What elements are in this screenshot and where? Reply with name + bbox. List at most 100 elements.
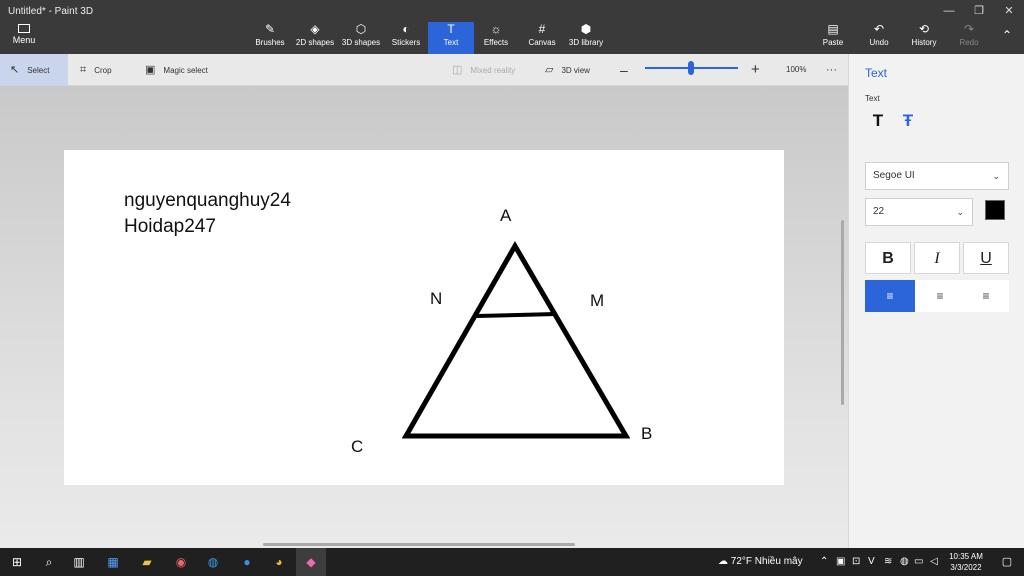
align-center-button[interactable]: ≡ xyxy=(915,280,965,312)
crop-label: Crop xyxy=(94,66,112,75)
bold-button[interactable]: B xyxy=(865,242,911,274)
store-icon[interactable]: ▦ xyxy=(98,548,128,576)
weather-widget[interactable]: ☁ 72°F Nhiều mây xyxy=(718,548,803,576)
folder-icon xyxy=(18,24,30,33)
chevron-down-icon: ⌄ xyxy=(992,171,1000,181)
view3d-button[interactable]: ▱ 3D view xyxy=(545,54,590,86)
segment-nm xyxy=(476,312,557,318)
redo-button[interactable]: ↷ Redo xyxy=(956,22,982,54)
crop-icon: ⌗ xyxy=(80,64,87,76)
shapes3d-label: 3D shapes xyxy=(341,38,381,47)
vertex-label-b: B xyxy=(641,424,653,443)
brush-icon: ✎ xyxy=(264,22,276,36)
history-label: History xyxy=(911,38,937,47)
shapes2d-tool[interactable]: ◈ 2D shapes xyxy=(294,22,336,54)
tray-icon-1[interactable]: ▣ xyxy=(836,548,845,576)
brushes-tool[interactable]: ✎ Brushes xyxy=(252,22,288,54)
shapes3d-tool[interactable]: ⬡ 3D shapes xyxy=(340,22,382,54)
library3d-tool[interactable]: ⬢ 3D library xyxy=(566,22,606,54)
select-button[interactable]: ↖ Select xyxy=(0,54,68,86)
clipboard-icon: ▤ xyxy=(827,22,839,36)
undo-icon: ↶ xyxy=(873,22,885,36)
panel-title: Text xyxy=(865,66,888,80)
panel-section-label: Text xyxy=(865,94,880,103)
cursor-icon: ↖ xyxy=(10,64,20,76)
volume-icon[interactable]: ◁ xyxy=(930,548,938,576)
file-explorer-icon[interactable]: ▰ xyxy=(132,548,162,576)
align-right-button[interactable]: ≡ xyxy=(963,280,1009,312)
minimize-button[interactable]: — xyxy=(934,0,964,22)
task-view-icon[interactable]: ▥ xyxy=(64,548,94,576)
tray-icon-3[interactable]: V xyxy=(868,548,875,576)
chevron-up-icon: ⌃ xyxy=(1001,28,1013,42)
font-family-dropdown[interactable]: Segoe UI ⌄ xyxy=(865,162,1009,190)
align-left-button[interactable]: ≡ xyxy=(865,280,915,312)
canvas-icon: # xyxy=(538,22,546,36)
more-options-button[interactable]: ··· xyxy=(826,54,837,86)
weather-text: 72°F Nhiều mây xyxy=(730,556,803,567)
history-icon: ⟲ xyxy=(918,22,930,36)
menu-label: Menu xyxy=(12,35,36,45)
effects-label: Effects xyxy=(483,38,509,47)
mixed-reality-icon: ◫ xyxy=(452,64,463,76)
select-label: Select xyxy=(27,66,50,75)
text-tool-label: Text xyxy=(443,38,459,47)
canvas-label: Canvas xyxy=(528,38,556,47)
text-properties-panel: Text Text T Ŧ Segoe UI ⌄ 22 ⌄ B I U ≡ ≡ … xyxy=(848,54,1024,548)
zoom-slider-thumb[interactable] xyxy=(688,61,694,75)
clock-time: 10:35 AM xyxy=(949,552,983,561)
text-color-swatch[interactable] xyxy=(985,200,1005,220)
notifications-icon[interactable]: ▢ xyxy=(992,548,1022,576)
search-icon[interactable]: ⌕ xyxy=(34,548,64,576)
magic-select-button[interactable]: ▣ Magic select xyxy=(145,54,208,86)
font-family-value: Segoe UI xyxy=(873,170,915,181)
library3d-icon: ⬢ xyxy=(580,22,592,36)
triangle-drawing xyxy=(401,241,631,439)
history-button[interactable]: ⟲ History xyxy=(908,22,940,54)
system-clock[interactable]: 10:35 AM 3/3/2022 xyxy=(944,551,988,573)
sun-icon: ☼ xyxy=(490,22,502,36)
maximize-button[interactable]: ❐ xyxy=(964,0,994,22)
tray-chevron-icon[interactable]: ⌃ xyxy=(820,548,828,576)
zoom-in-button[interactable]: + xyxy=(751,54,760,86)
crop-button[interactable]: ⌗ Crop xyxy=(80,54,112,86)
tray-icon-2[interactable]: ⊡ xyxy=(852,548,860,576)
zalo-icon[interactable]: ● xyxy=(232,548,262,576)
canvas-tool[interactable]: # Canvas xyxy=(526,22,558,54)
wifi-icon[interactable]: ≋ xyxy=(884,548,892,576)
chrome-icon[interactable]: ◕ xyxy=(264,548,294,576)
window-title: Untitled* - Paint 3D xyxy=(8,6,94,17)
font-size-dropdown[interactable]: 22 ⌄ xyxy=(865,198,973,226)
shapes2d-label: 2D shapes xyxy=(295,38,335,47)
zoom-out-button[interactable]: – xyxy=(620,54,628,86)
plain-text-icon[interactable]: T xyxy=(867,110,889,132)
shapes2d-icon: ◈ xyxy=(310,22,320,36)
start-button[interactable]: ⊞ xyxy=(2,548,32,576)
italic-button[interactable]: I xyxy=(914,242,960,274)
undo-button[interactable]: ↶ Undo xyxy=(866,22,892,54)
view3d-icon: ▱ xyxy=(545,64,554,76)
effects-tool[interactable]: ☼ Effects xyxy=(480,22,512,54)
menu-button[interactable]: Menu xyxy=(8,24,40,45)
mic-icon[interactable]: ◍ xyxy=(900,548,909,576)
magic-select-icon: ▣ xyxy=(145,64,156,76)
vertical-scrollbar[interactable] xyxy=(841,220,844,405)
close-button[interactable]: ✕ xyxy=(994,0,1024,22)
brushes-label: Brushes xyxy=(255,38,285,47)
underline-button[interactable]: U xyxy=(963,242,1009,274)
paint3d-taskbar-icon[interactable]: ◆ xyxy=(296,548,326,576)
edge-icon[interactable]: ◍ xyxy=(198,548,228,576)
media-app-icon[interactable]: ◉ xyxy=(166,548,196,576)
clock-date: 3/3/2022 xyxy=(950,563,982,572)
paste-button[interactable]: ▤ Paste xyxy=(820,22,846,54)
battery-icon[interactable]: ▭ xyxy=(914,548,923,576)
text-tool[interactable]: T Text xyxy=(428,22,474,54)
horizontal-scrollbar[interactable] xyxy=(263,543,575,546)
drawing-canvas[interactable]: nguyenquanghuy24 Hoidap247 A N M C B xyxy=(64,150,784,485)
mixed-reality-button[interactable]: ◫ Mixed reality xyxy=(452,54,515,86)
text-tool-icon: T xyxy=(447,22,455,36)
3d-text-icon[interactable]: Ŧ xyxy=(897,110,919,132)
stickers-tool[interactable]: ◐ Stickers xyxy=(388,22,424,54)
redo-label: Redo xyxy=(959,38,979,47)
cube-icon: ⬡ xyxy=(355,22,367,36)
